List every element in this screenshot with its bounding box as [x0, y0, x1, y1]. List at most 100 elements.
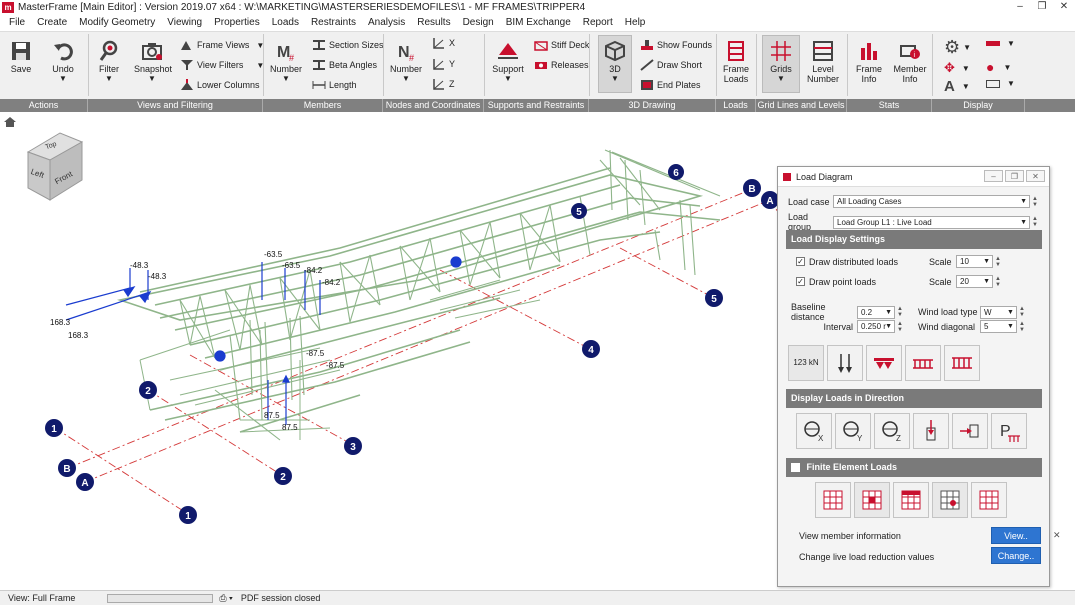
direction-projected-button[interactable]: P — [991, 413, 1027, 449]
fe-grid-button-5[interactable] — [971, 482, 1007, 518]
spinner-icon[interactable]: ▲ ▼ — [1019, 321, 1025, 333]
level-number-button[interactable]: Level Number — [806, 40, 840, 84]
fe-grid-button-4[interactable] — [932, 482, 968, 518]
menu-modify-geometry[interactable]: Modify Geometry — [73, 15, 161, 31]
panel-title-bar[interactable]: Load Diagram – ❐ ✕ — [778, 167, 1049, 187]
draw-distributed-checkbox[interactable]: ✓ — [796, 257, 805, 266]
node-y-button[interactable]: Y — [432, 58, 455, 70]
wind-type-select[interactable]: W ▼ — [979, 305, 1017, 319]
menu-help[interactable]: Help — [619, 15, 652, 31]
close-icon[interactable]: ✕ — [1053, 0, 1075, 15]
direction-local-down-button[interactable] — [913, 413, 949, 449]
load-case-select[interactable]: All Loading Cases ▼ — [833, 195, 1030, 208]
menu-bim-exchange[interactable]: BIM Exchange — [500, 15, 577, 31]
view-cube[interactable]: Top Left Front — [26, 132, 84, 201]
view-member-button[interactable]: View.. — [991, 527, 1041, 544]
length-button[interactable]: Length — [312, 79, 357, 91]
beta-angles-button[interactable]: Beta Angles — [312, 59, 377, 71]
node-x-button[interactable]: X — [432, 37, 455, 49]
fe-grid-button-2[interactable] — [854, 482, 890, 518]
menu-report[interactable]: Report — [577, 15, 619, 31]
save-button[interactable]: Save — [8, 40, 34, 74]
member-number-button[interactable]: M # Number ▼ — [270, 40, 302, 83]
grids-button[interactable]: Grids ▼ — [765, 40, 797, 83]
menu-analysis[interactable]: Analysis — [362, 15, 411, 31]
restore-icon[interactable]: ❐ — [1031, 0, 1053, 15]
fe-grid-button-1[interactable] — [815, 482, 851, 518]
node-number-label: Number — [390, 64, 423, 74]
node-number-button[interactable]: N # Number ▼ — [390, 40, 422, 83]
show-founds-button[interactable]: Show Founds — [640, 39, 712, 51]
group-label-3d-drawing: 3D Drawing — [589, 99, 716, 112]
menu-properties[interactable]: Properties — [208, 15, 266, 31]
panel-restore-icon[interactable]: ❐ — [1005, 170, 1024, 182]
spinner-icon[interactable]: ▲ ▼ — [1019, 306, 1025, 318]
direction-local-axial-button[interactable] — [952, 413, 988, 449]
undo-button[interactable]: Undo ▼ — [50, 40, 76, 83]
menu-create[interactable]: Create — [31, 15, 73, 31]
direction-global-z-button[interactable]: Z — [874, 413, 910, 449]
spinner-icon[interactable]: ▲ ▼ — [897, 306, 903, 318]
load-value: -63.5 — [282, 261, 301, 270]
load-group-select[interactable]: Load Group L1 : Live Load ▼ — [833, 215, 1030, 229]
interval-select[interactable]: 0.250 r ▼ — [857, 320, 895, 333]
spinner-icon[interactable]: ▲ ▼ — [995, 276, 1001, 288]
3d-button[interactable]: 3D ▼ — [600, 40, 630, 83]
scroll-arrows-icon[interactable]: ▲ ▼ — [1032, 196, 1038, 208]
panel-minimize-icon[interactable]: – — [984, 170, 1003, 182]
side-close-icon[interactable]: ✕ — [1053, 530, 1061, 541]
scale-distributed-select[interactable]: 10 ▼ — [956, 255, 993, 268]
panel-close-icon[interactable]: ✕ — [1026, 170, 1045, 182]
separator — [88, 34, 89, 96]
frame-info-button[interactable]: Frame Info — [853, 40, 885, 84]
settings-gear-button[interactable]: ⚙ ▼ — [944, 38, 971, 56]
minimize-icon[interactable]: – — [1009, 0, 1031, 15]
end-plates-button[interactable]: End Plates — [640, 79, 701, 91]
baseline-select[interactable]: 0.2 ▼ — [857, 305, 895, 319]
member-info-button[interactable]: i Member Info — [893, 40, 927, 84]
spinner-icon[interactable]: ▲ ▼ — [995, 256, 1001, 268]
uniform-load-button[interactable] — [905, 345, 941, 381]
node-z-button[interactable]: Z — [432, 78, 455, 90]
distributed-load-button[interactable] — [866, 345, 902, 381]
direction-global-x-button[interactable]: X — [796, 413, 832, 449]
draw-point-label: Draw point loads — [809, 276, 877, 287]
stiff-deck-button[interactable]: Stiff Deck — [534, 39, 589, 51]
line-style-button[interactable]: ▼ — [986, 39, 1015, 48]
printer-icon[interactable]: ⎙ ▾ — [219, 593, 232, 604]
fe-loads-checkbox[interactable]: ✓ — [791, 463, 800, 472]
snapshot-button[interactable]: Snapshot ▼ — [134, 40, 172, 83]
direction-global-y-button[interactable]: Y — [835, 413, 871, 449]
frame-loads-button[interactable]: Frame Loads — [720, 40, 752, 84]
draw-short-button[interactable]: Draw Short — [640, 59, 702, 71]
fe-grid-button-3[interactable] — [893, 482, 929, 518]
text-display-button[interactable]: A ▼ — [944, 78, 970, 95]
change-live-load-button[interactable]: Change.. — [991, 547, 1041, 564]
support-button[interactable]: Support ▼ — [492, 40, 524, 83]
partial-load-button[interactable] — [944, 345, 980, 381]
scroll-arrows-icon[interactable]: ▲ ▼ — [1032, 216, 1038, 228]
node-display-button[interactable]: ✥ ▼ — [944, 60, 970, 76]
draw-point-checkbox[interactable]: ✓ — [796, 277, 805, 286]
view-filters-button[interactable]: View Filters ▼ — [180, 59, 264, 71]
display-extra-button[interactable]: ▼ — [986, 79, 1015, 88]
releases-button[interactable]: Releases — [534, 59, 589, 71]
frame-views-button[interactable]: Frame Views ▼ — [180, 39, 264, 51]
menu-results[interactable]: Results — [411, 15, 456, 31]
show-values-button[interactable]: 123 kN — [788, 345, 824, 381]
load-arrows-button[interactable] — [827, 345, 863, 381]
lower-columns-button[interactable]: Lower Columns — [180, 79, 260, 91]
section-sizes-button[interactable]: Section Sizes — [312, 39, 384, 51]
menu-viewing[interactable]: Viewing — [161, 15, 208, 31]
menu-file[interactable]: File — [3, 15, 31, 31]
menu-restraints[interactable]: Restraints — [305, 15, 362, 31]
scale-point-select[interactable]: 20 ▼ — [956, 275, 993, 288]
baseline-value: 0.2 — [861, 307, 873, 317]
colour-button[interactable]: ● ▼ — [986, 59, 1011, 75]
menu-loads[interactable]: Loads — [266, 15, 305, 31]
filter-button[interactable]: Filter ▼ — [96, 40, 122, 83]
menu-design[interactable]: Design — [457, 15, 500, 31]
wind-diagonal-select[interactable]: 5 ▼ — [979, 320, 1017, 333]
spinner-icon[interactable]: ▲ ▼ — [897, 321, 903, 333]
ruler-icon — [312, 79, 326, 91]
